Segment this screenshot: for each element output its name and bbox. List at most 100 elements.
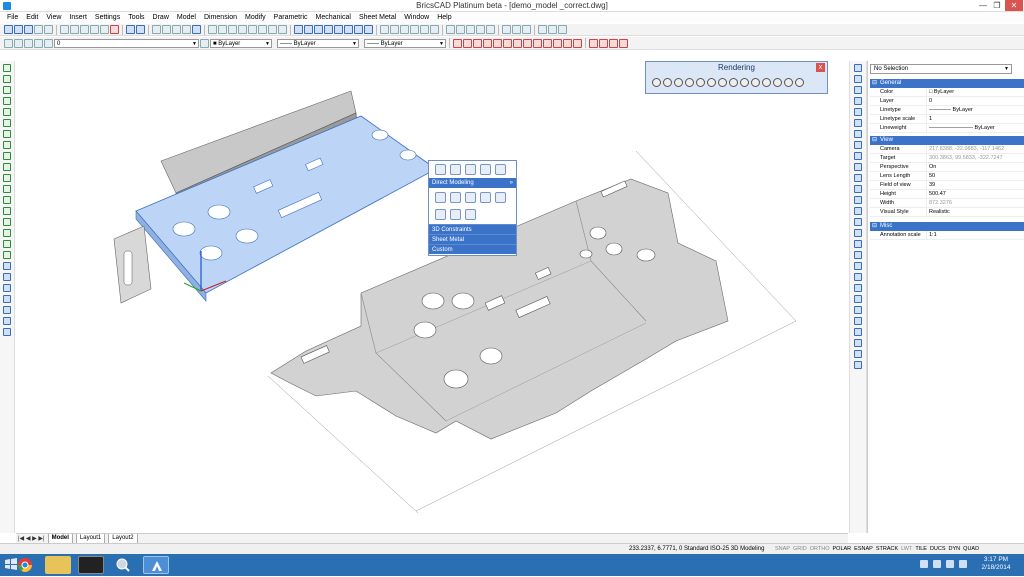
tab-layout2[interactable]: Layout2 [108, 533, 138, 544]
menu-view[interactable]: View [42, 12, 65, 23]
toggle-grid[interactable]: GRID [793, 545, 807, 554]
toggle-quad[interactable]: QUAD [963, 545, 979, 554]
prop-row-linetype-scale[interactable]: Linetype scale 1 [870, 115, 1024, 124]
menu-settings[interactable]: Settings [91, 12, 124, 23]
copy-icon[interactable] [854, 75, 862, 83]
prop-row-perspective[interactable]: Perspective On [870, 163, 1024, 172]
sheet-metal-part[interactable] [113, 90, 437, 304]
background-icon[interactable] [762, 78, 771, 87]
donut-icon[interactable] [3, 185, 11, 193]
solid-box-icon[interactable] [380, 25, 389, 34]
solid-cylinder-icon[interactable] [390, 25, 399, 34]
tab-model[interactable]: Model [47, 533, 73, 544]
material-attach-icon[interactable] [751, 78, 760, 87]
menu-parametric[interactable]: Parametric [270, 12, 312, 23]
view-front-icon[interactable] [334, 25, 343, 34]
design-center-icon[interactable] [152, 25, 161, 34]
solid-sphere-icon[interactable] [400, 25, 409, 34]
region-icon[interactable] [3, 196, 11, 204]
snap-insertion-icon[interactable] [513, 38, 522, 48]
delete-icon[interactable] [110, 25, 119, 34]
snap-endpoint-icon[interactable] [453, 38, 462, 48]
ucs-object-icon[interactable] [558, 25, 567, 34]
category-general[interactable]: ⊟ General [870, 79, 1024, 88]
line-icon[interactable] [3, 64, 11, 72]
category-misc[interactable]: ⊟ Misc [870, 222, 1024, 231]
paste-icon[interactable] [80, 25, 89, 34]
zoom-previous-icon[interactable] [258, 25, 267, 34]
dim-style-icon[interactable] [854, 361, 862, 369]
quad-menu[interactable]: Direct Modeling» 3D Constraints Sheet Me… [428, 160, 517, 256]
text-icon[interactable] [3, 240, 11, 248]
make-block-icon[interactable] [3, 273, 11, 281]
view-right-icon[interactable] [324, 25, 333, 34]
lineweight-dropdown[interactable]: —— ByLayer ▼ [364, 38, 446, 48]
color-dropdown[interactable]: ■ ByLayer ▼ [210, 38, 272, 48]
help-icon[interactable] [192, 25, 201, 34]
solid-torus-icon[interactable] [420, 25, 429, 34]
menu-mechanical[interactable]: Mechanical [312, 12, 355, 23]
solid-cone-icon[interactable] [410, 25, 419, 34]
pan-icon[interactable] [268, 25, 277, 34]
drawing-explorer-icon[interactable] [182, 25, 191, 34]
toggle-strack[interactable]: STRACK [876, 545, 898, 554]
ucs-icon[interactable] [538, 25, 547, 34]
view-iso2-icon[interactable] [364, 25, 373, 34]
prop-row-lineweight[interactable]: Lineweight ———————— ByLayer [870, 124, 1024, 133]
dim-angular-icon[interactable] [854, 262, 862, 270]
menu-modify[interactable]: Modify [241, 12, 270, 23]
snap-perpendicular-icon[interactable] [523, 38, 532, 48]
prop-row-camera[interactable]: Camera 217.8388, -22.9883, -117.1462 [870, 145, 1024, 154]
zoom-window-icon[interactable] [208, 25, 217, 34]
chrome-taskbar-icon[interactable] [12, 556, 38, 574]
zoom-realtime-icon[interactable] [218, 25, 227, 34]
center-mark-icon[interactable] [854, 350, 862, 358]
make-layer-current-icon[interactable] [200, 38, 209, 48]
ucs-world-icon[interactable] [548, 25, 557, 34]
toggle-polar[interactable]: POLAR [833, 545, 852, 554]
snap-center-icon[interactable] [473, 38, 482, 48]
point-icon[interactable] [3, 152, 11, 160]
zoom-out-icon[interactable] [238, 25, 247, 34]
snap-midpoint-icon[interactable] [463, 38, 472, 48]
solid-wedge-icon[interactable] [430, 25, 439, 34]
xref-icon[interactable] [3, 317, 11, 325]
quad-item-3d-constraints[interactable]: 3D Constraints [429, 224, 516, 234]
rotate-icon[interactable] [854, 119, 862, 127]
spot-light-icon[interactable] [707, 78, 716, 87]
prop-row-visual-style[interactable]: Visual Style Realistic [870, 208, 1024, 217]
hatch-icon[interactable] [3, 218, 11, 226]
snap-settings-icon[interactable] [609, 38, 618, 48]
stretch-icon[interactable] [854, 141, 862, 149]
snap-extension-icon[interactable] [573, 38, 582, 48]
distant-light-icon[interactable] [718, 78, 727, 87]
table-icon[interactable] [3, 295, 11, 303]
prop-row-annotation-scale[interactable]: Annotation scale 1:1 [870, 231, 1024, 240]
cut-icon[interactable] [60, 25, 69, 34]
menu-edit[interactable]: Edit [22, 12, 42, 23]
render-icon[interactable] [652, 78, 661, 87]
align-icon[interactable] [435, 209, 446, 220]
view-left-icon[interactable] [314, 25, 323, 34]
rotate-icon[interactable] [465, 164, 476, 175]
lengthen-icon[interactable] [854, 152, 862, 160]
dm-copy-icon[interactable] [450, 192, 461, 203]
maximize-button[interactable]: ❐ [990, 0, 1004, 11]
tab-layout1[interactable]: Layout1 [75, 533, 106, 544]
image-icon[interactable] [3, 306, 11, 314]
regen-icon[interactable] [278, 25, 287, 34]
circle-icon[interactable] [3, 119, 11, 127]
snap-node-icon[interactable] [483, 38, 492, 48]
format-painter-icon[interactable] [100, 25, 109, 34]
taskbar-clock[interactable]: 3:17 PM 2/18/2014 [972, 556, 1020, 572]
ray-icon[interactable] [3, 86, 11, 94]
dim-diameter-icon[interactable] [854, 284, 862, 292]
prop-row-lens-length[interactable]: Lens Length 50 [870, 172, 1024, 181]
delete-faces-icon[interactable] [450, 209, 461, 220]
leader-icon[interactable] [854, 328, 862, 336]
prop-row-width[interactable]: Width 872.3276 [870, 199, 1024, 208]
menu-dimension[interactable]: Dimension [200, 12, 241, 23]
menu-draw[interactable]: Draw [149, 12, 173, 23]
material-browser-icon[interactable] [740, 78, 749, 87]
arc-icon[interactable] [3, 108, 11, 116]
